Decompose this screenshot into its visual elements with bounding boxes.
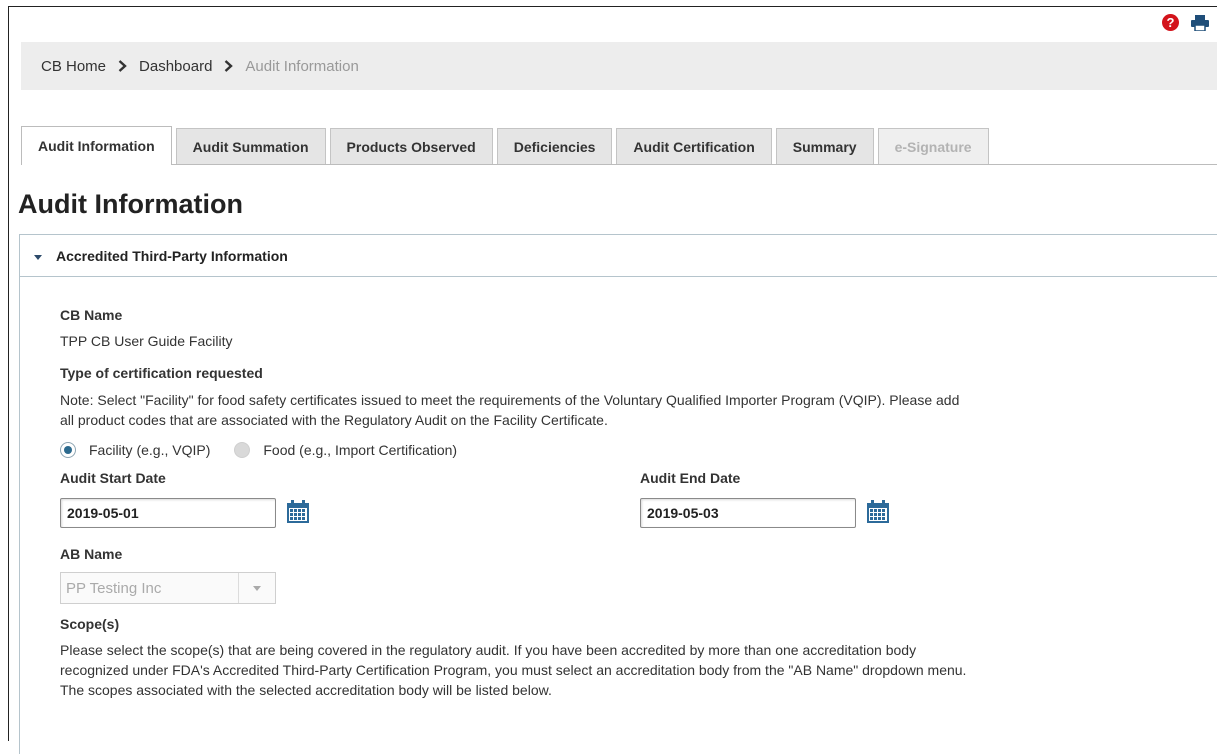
tab-audit-summation[interactable]: Audit Summation: [175, 128, 326, 164]
audit-start-label: Audit Start Date: [60, 470, 166, 486]
panel-title: Accredited Third-Party Information: [56, 247, 288, 264]
audit-end-date-input[interactable]: [640, 498, 856, 528]
breadcrumb-current: Audit Information: [245, 57, 359, 75]
cb-name-label: CB Name: [60, 307, 123, 323]
tab-bar: Audit Information Audit Summation Produc…: [21, 126, 1217, 165]
tab-summary[interactable]: Summary: [775, 128, 874, 164]
print-icon[interactable]: [1191, 14, 1209, 31]
cert-type-radio-group: Facility (e.g., VQIP) Food (e.g., Import…: [60, 442, 1200, 458]
scope-label: Scope(s): [60, 616, 120, 632]
accredited-third-party-panel: Accredited Third-Party Information CB Na…: [19, 234, 1217, 754]
panel-header[interactable]: Accredited Third-Party Information: [20, 235, 1217, 277]
breadcrumb-cb-home[interactable]: CB Home: [41, 58, 106, 75]
help-icon[interactable]: ?: [1162, 14, 1179, 31]
food-radio-label: Food (e.g., Import Certification): [263, 442, 458, 458]
cert-type-note-line2: all product codes that are associated wi…: [60, 412, 608, 428]
calendar-icon[interactable]: [286, 499, 310, 527]
scope-text-line3: The scopes associated with the selected …: [60, 682, 552, 698]
audit-start-date-input[interactable]: [60, 498, 276, 528]
cert-type-label: Type of certification requested: [60, 365, 263, 381]
tab-audit-certification[interactable]: Audit Certification: [616, 128, 772, 164]
audit-end-label: Audit End Date: [640, 470, 741, 486]
facility-radio-label: Facility (e.g., VQIP): [89, 442, 211, 458]
chevron-right-icon: [224, 60, 234, 72]
tab-audit-information[interactable]: Audit Information: [21, 126, 172, 165]
caret-down-icon: [34, 248, 42, 264]
ab-name-value: PP Testing Inc: [66, 579, 162, 597]
date-row: Audit Start Date 2019-05-01 Audit End Da…: [60, 470, 1200, 540]
facility-radio[interactable]: [60, 442, 76, 458]
dropdown-arrow-icon[interactable]: [238, 573, 275, 603]
page-title: Audit Information: [18, 189, 243, 219]
top-toolbar: ?: [1162, 14, 1209, 31]
breadcrumb: CB Home Dashboard Audit Information: [21, 42, 1217, 90]
panel-content: CB Name TPP CB User Guide Facility Type …: [60, 307, 1200, 700]
calendar-icon[interactable]: [866, 499, 890, 527]
chevron-right-icon: [118, 60, 127, 72]
tab-deficiencies[interactable]: Deficiencies: [496, 128, 613, 164]
cert-type-note-line1: Note: Select "Facility" for food safety …: [60, 392, 960, 408]
radio-option-facility[interactable]: Facility (e.g., VQIP): [60, 442, 210, 458]
food-radio[interactable]: [234, 442, 251, 458]
scope-text-line1: Please select the scope(s) that are bein…: [60, 642, 917, 658]
breadcrumb-dashboard[interactable]: Dashboard: [139, 58, 212, 75]
radio-option-food[interactable]: Food (e.g., Import Certification): [234, 442, 457, 458]
ab-name-dropdown[interactable]: PP Testing Inc: [60, 572, 276, 604]
tab-products-observed[interactable]: Products Observed: [329, 128, 493, 164]
audit-start-group: Audit Start Date: [60, 470, 310, 528]
cb-name-value: TPP CB User Guide Facility: [60, 333, 233, 349]
ab-name-label: AB Name: [60, 546, 123, 562]
audit-end-group: Audit End Date: [640, 470, 890, 528]
tab-e-signature: e-Signature: [877, 128, 989, 164]
scope-text-line2: recognized under FDA's Accredited Third-…: [60, 662, 967, 678]
